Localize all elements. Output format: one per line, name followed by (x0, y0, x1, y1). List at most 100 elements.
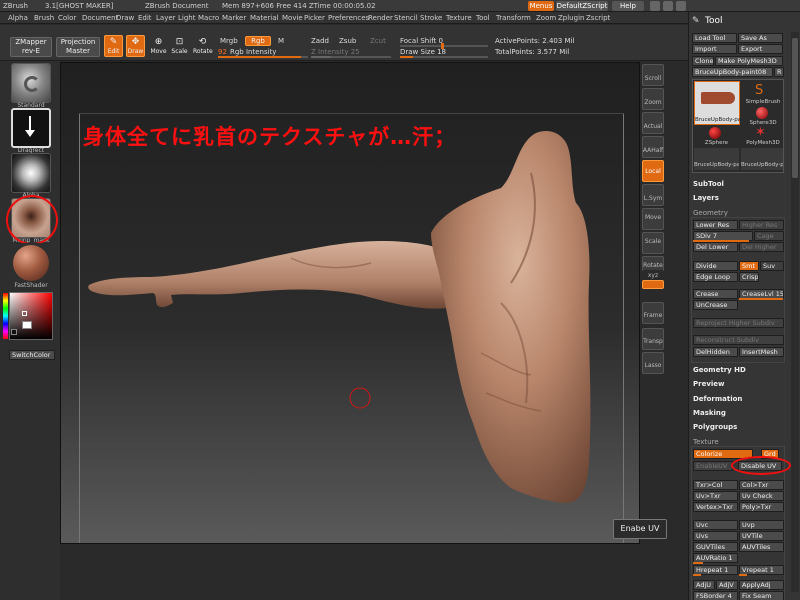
move-button[interactable]: ⊕ Move (149, 35, 168, 57)
menu-tool[interactable]: Tool (476, 14, 490, 22)
fsborder-slider[interactable]: FSBorder 4 (693, 591, 738, 600)
uncrease-button[interactable]: UnCrease (693, 300, 738, 310)
layers-section[interactable]: Layers (693, 194, 719, 202)
uvp-button[interactable]: Uvp (739, 520, 784, 530)
poly-txr-button[interactable]: Poly>Txr (739, 502, 784, 512)
menu-color[interactable]: Color (58, 14, 76, 22)
rgb-button[interactable]: Rgb (245, 36, 271, 46)
make-polymesh-button[interactable]: Make PolyMesh3D (715, 56, 783, 66)
polymesh3d-icon[interactable]: ✶ (755, 126, 769, 140)
del-higher-button[interactable]: Del Higher (739, 242, 784, 252)
draw-size-slider[interactable] (400, 56, 488, 58)
menu-zplugin[interactable]: Zplugin (558, 14, 584, 22)
uvc-button[interactable]: Uvc (693, 520, 738, 530)
rotate-button[interactable]: ⟲ Rotate (192, 35, 213, 57)
current-tool-count[interactable]: R (774, 67, 784, 77)
uvs-button[interactable]: Uvs (693, 531, 738, 541)
m-button[interactable]: M (278, 37, 284, 45)
draw-button[interactable]: ✥ Draw (126, 35, 145, 57)
uv-check-button[interactable]: Uv Check (739, 491, 784, 501)
uv-txr-button[interactable]: Uv>Txr (693, 491, 738, 501)
menu-stroke[interactable]: Stroke (420, 14, 442, 22)
geometry-section[interactable]: Geometry (693, 209, 728, 217)
switch-color-button[interactable]: SwitchColor (9, 350, 55, 360)
hue-strip[interactable] (3, 293, 8, 339)
menu-material[interactable]: Material (250, 14, 278, 22)
reconstruct-button[interactable]: Reconstruct Subdiv (693, 335, 784, 345)
crease-button[interactable]: Crease (693, 289, 738, 299)
palette-scroll-thumb[interactable] (792, 38, 798, 178)
current-tool-name[interactable]: BruceUpBody-paint08 (692, 67, 773, 77)
fix-seam-button[interactable]: Fix Seam (739, 591, 784, 600)
guvtiles-button[interactable]: GUVTiles (693, 542, 738, 552)
lower-res-button[interactable]: Lower Res (693, 220, 738, 230)
zmapper-button[interactable]: ZMapper rev-E (10, 37, 52, 57)
deformation-section[interactable]: Deformation (693, 395, 742, 403)
auvtiles-button[interactable]: AUVTiles (739, 542, 784, 552)
zcut-button[interactable]: Zcut (370, 37, 386, 45)
zsub-button[interactable]: Zsub (339, 37, 356, 45)
texture-section[interactable]: Texture (693, 438, 719, 446)
menu-zscript[interactable]: Zscript (586, 14, 610, 22)
del-lower-button[interactable]: Del Lower (693, 242, 738, 252)
brush-standard-thumbnail[interactable] (11, 63, 51, 103)
menu-alpha[interactable]: Alpha (8, 14, 28, 22)
divide-button[interactable]: Divide (693, 261, 738, 271)
menu-marker[interactable]: Marker (222, 14, 246, 22)
adju-slider[interactable]: AdjU (693, 580, 715, 590)
preview-section[interactable]: Preview (693, 380, 725, 388)
txr-col-button[interactable]: Txr>Col (693, 480, 738, 490)
menu-transform[interactable]: Transform (496, 14, 531, 22)
menu-document[interactable]: Document (82, 14, 118, 22)
zadd-button[interactable]: Zadd (311, 37, 329, 45)
menu-brush[interactable]: Brush (34, 14, 54, 22)
menu-layer[interactable]: Layer (156, 14, 176, 22)
document-canvas[interactable]: 身体全てに乳首のテクスチャが…汗； (60, 62, 640, 544)
default-zscript-button[interactable]: DefaultZScript (556, 1, 608, 11)
del-hidden-button[interactable]: DelHidden (693, 347, 738, 357)
tool-item-bruce[interactable]: BruceUpBody-pa (694, 81, 741, 125)
minimize-icon[interactable] (650, 1, 660, 11)
close-icon[interactable] (676, 1, 686, 11)
focal-shift-slider[interactable] (400, 45, 488, 47)
reproject-button[interactable]: Reproject Higher Subdiv (693, 318, 784, 328)
mrgb-button[interactable]: Mrgb (220, 37, 238, 45)
menu-movie[interactable]: Movie (282, 14, 303, 22)
cage-button[interactable]: Cage (754, 231, 784, 241)
menu-stencil[interactable]: Stencil (394, 14, 418, 22)
higher-res-button[interactable]: Higher Res (739, 220, 784, 230)
alpha-thumbnail[interactable] (11, 153, 51, 193)
menus-button[interactable]: Menus (528, 1, 554, 11)
menu-edit[interactable]: Edit (138, 14, 152, 22)
help-button[interactable]: Help (612, 1, 644, 11)
secondary-color-swatch[interactable] (11, 329, 17, 335)
save-as-button[interactable]: Save As (738, 33, 783, 43)
geometry-hd-section[interactable]: Geometry HD (693, 366, 746, 374)
sphere3d-icon[interactable] (756, 107, 768, 119)
menu-render[interactable]: Render (368, 14, 393, 22)
adjv-slider[interactable]: AdjV (716, 580, 738, 590)
menu-picker[interactable]: Picker (304, 14, 325, 22)
menu-preferences[interactable]: Preferences (328, 14, 369, 22)
export-button[interactable]: Export (738, 44, 783, 54)
import-button[interactable]: Import (692, 44, 737, 54)
simple-brush-icon[interactable]: S (755, 84, 769, 98)
color-picker-cursor-icon[interactable] (22, 311, 27, 316)
masking-section[interactable]: Masking (693, 409, 726, 417)
menu-macro[interactable]: Macro (198, 14, 219, 22)
main-color-swatch[interactable] (22, 321, 32, 329)
uvtile-button[interactable]: UVTile (739, 531, 784, 541)
maximize-icon[interactable] (663, 1, 673, 11)
insert-mesh-button[interactable]: InsertMesh (739, 347, 784, 357)
scale-button[interactable]: ⊡ Scale (170, 35, 189, 57)
projection-master-button[interactable]: Projection Master (56, 37, 100, 57)
menu-light[interactable]: Light (178, 14, 195, 22)
menu-texture[interactable]: Texture (446, 14, 472, 22)
enable-uv-button[interactable]: EnableUV (693, 461, 733, 471)
zsphere-icon[interactable] (709, 127, 721, 139)
subtool-section[interactable]: SubTool (693, 180, 724, 188)
menu-draw[interactable]: Draw (116, 14, 134, 22)
palette-scrollbar[interactable] (791, 32, 799, 592)
symmetry-toggle[interactable] (642, 280, 664, 289)
smt-toggle[interactable]: Smt (739, 261, 759, 271)
